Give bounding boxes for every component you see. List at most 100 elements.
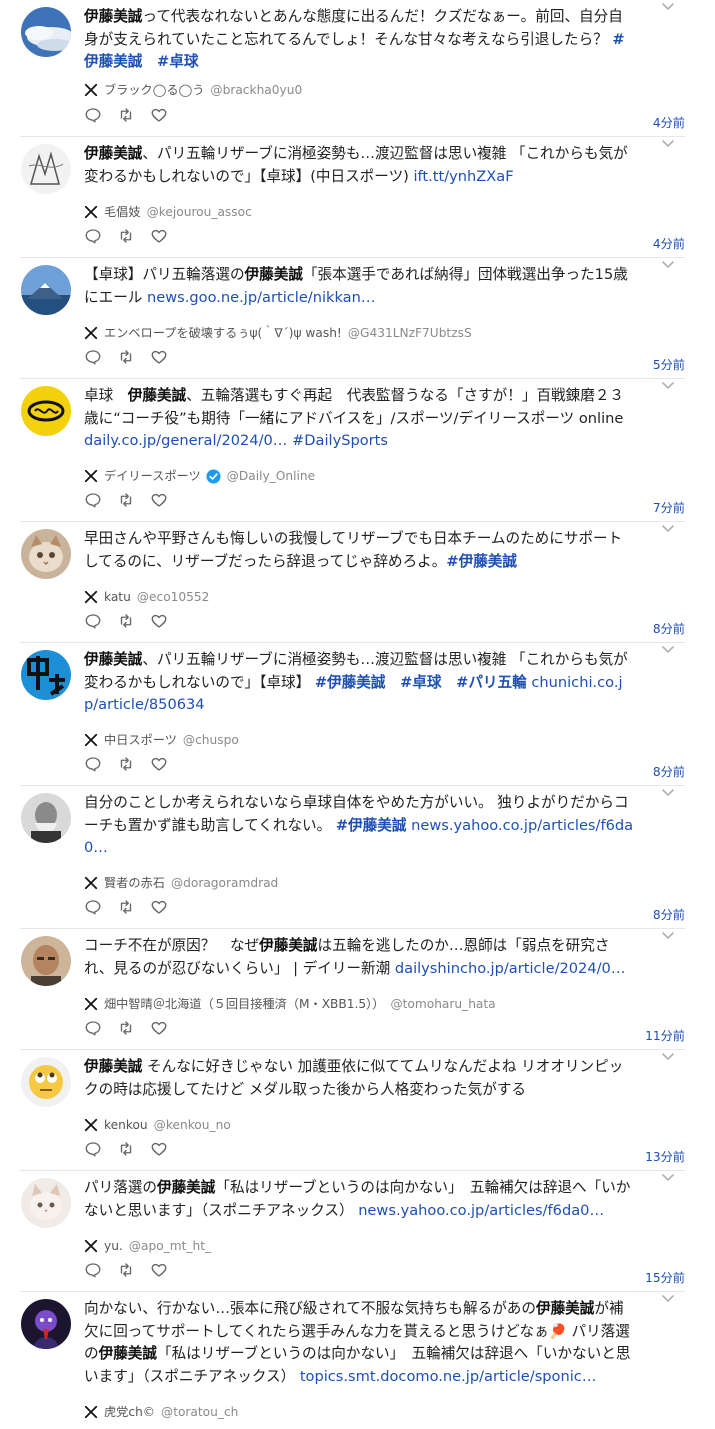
hashtag-link[interactable]: #卓球 [400, 674, 441, 691]
author-name[interactable]: 虎党ch© [104, 1404, 155, 1420]
retweet-icon[interactable] [117, 106, 135, 124]
url-link[interactable]: dailyshincho.jp/article/2024/0… [395, 960, 626, 977]
author-handle[interactable]: @kejourou_assoc [147, 204, 252, 220]
chevron-down-icon[interactable] [661, 1173, 675, 1187]
post-timestamp[interactable]: 11分前 [645, 1026, 685, 1044]
author-handle[interactable]: @G431LNzF7UbtzsS [348, 325, 472, 341]
reply-icon[interactable] [84, 227, 102, 245]
retweet-icon[interactable] [117, 1140, 135, 1158]
post-timestamp[interactable]: 5分前 [653, 355, 685, 373]
chevron-down-icon[interactable] [661, 1052, 675, 1066]
hashtag-link[interactable]: #パリ五輪 [456, 674, 527, 691]
reply-icon[interactable] [84, 898, 102, 916]
url-link[interactable]: #DailySports [292, 432, 388, 449]
x-logo-icon [84, 326, 98, 340]
post-timestamp[interactable]: 8分前 [653, 619, 685, 637]
retweet-icon[interactable] [117, 227, 135, 245]
post-timestamp[interactable]: 8分前 [653, 905, 685, 923]
like-icon[interactable] [150, 348, 168, 366]
url-link[interactable]: topics.smt.docomo.ne.jp/article/sponic… [300, 1368, 597, 1385]
reply-icon[interactable] [84, 755, 102, 773]
author-name[interactable]: 畑中智晴＠北海道（５回目接種済（M・XBB1.5）） [104, 996, 384, 1012]
url-link[interactable]: daily.co.jp/general/2024/0… [84, 432, 287, 449]
reply-icon[interactable] [84, 348, 102, 366]
retweet-icon[interactable] [117, 491, 135, 509]
author-handle[interactable]: @brackha0yu0 [210, 82, 302, 98]
hashtag-link[interactable]: #卓球 [157, 53, 198, 70]
daily-logo-avatar[interactable] [21, 386, 71, 436]
eye-roll-emoji-avatar[interactable] [21, 1057, 71, 1107]
reply-icon[interactable] [84, 106, 102, 124]
chevron-down-icon[interactable] [661, 381, 675, 395]
purple-character-avatar[interactable] [21, 1299, 71, 1349]
like-icon[interactable] [150, 1140, 168, 1158]
retweet-icon[interactable] [117, 612, 135, 630]
chevron-down-icon[interactable] [661, 1294, 675, 1308]
clouds-avatar[interactable] [21, 7, 71, 57]
author-name[interactable]: ブラック◯る◯う [104, 82, 204, 98]
post-source: エンベロープを破壊するぅψ(｀∇´)ψ wash! @G431LNzF7Ubtzs… [84, 325, 685, 341]
like-icon[interactable] [150, 227, 168, 245]
chevron-down-icon[interactable] [661, 139, 675, 153]
retweet-icon[interactable] [117, 1261, 135, 1279]
author-handle[interactable]: @Daily_Online [227, 468, 315, 484]
sketch-avatar[interactable] [21, 144, 71, 194]
like-icon[interactable] [150, 1019, 168, 1037]
reply-icon[interactable] [84, 491, 102, 509]
retweet-icon[interactable] [117, 348, 135, 366]
chevron-down-icon[interactable] [661, 645, 675, 659]
url-link[interactable]: ift.tt/ynhZXaF [414, 168, 514, 185]
chevron-down-icon[interactable] [661, 788, 675, 802]
author-handle[interactable]: @chuspo [183, 732, 239, 748]
hashtag-link[interactable]: #伊藤美誠 [315, 674, 386, 691]
old-man-avatar[interactable] [21, 793, 71, 843]
url-link[interactable]: news.yahoo.co.jp/articles/f6da0… [358, 1202, 604, 1219]
chevron-down-icon[interactable] [661, 2, 675, 16]
reply-icon[interactable] [84, 1140, 102, 1158]
author-name[interactable]: デイリースポーツ [104, 468, 201, 484]
retweet-icon[interactable] [117, 755, 135, 773]
hashtag-link[interactable]: #伊藤美誠 [336, 817, 407, 834]
retweet-icon[interactable] [117, 1019, 135, 1037]
keyword-highlight: 伊藤美誠 [84, 145, 143, 162]
url-link[interactable]: news.goo.ne.jp/article/nikkan… [147, 289, 375, 306]
author-handle[interactable]: @toratou_ch [161, 1404, 238, 1420]
post-timestamp[interactable]: 4分前 [653, 234, 685, 252]
reply-icon[interactable] [84, 612, 102, 630]
author-handle[interactable]: @apo_mt_ht_ [129, 1238, 211, 1254]
post-timestamp[interactable]: 7分前 [653, 498, 685, 516]
author-handle[interactable]: @kenkou_no [154, 1117, 231, 1133]
chuspo-logo-avatar[interactable] [21, 650, 71, 700]
like-icon[interactable] [150, 755, 168, 773]
like-icon[interactable] [150, 491, 168, 509]
post-timestamp[interactable]: 13分前 [645, 1147, 685, 1165]
author-name[interactable]: katu [104, 589, 131, 605]
like-icon[interactable] [150, 106, 168, 124]
like-icon[interactable] [150, 612, 168, 630]
author-handle[interactable]: @tomoharu_hata [390, 996, 495, 1012]
chevron-down-icon[interactable] [661, 931, 675, 945]
man-photo-avatar[interactable] [21, 936, 71, 986]
author-name[interactable]: kenkou [104, 1117, 148, 1133]
kitten-avatar[interactable] [21, 1178, 71, 1228]
retweet-icon[interactable] [117, 898, 135, 916]
post-timestamp[interactable]: 8分前 [653, 762, 685, 780]
cat-avatar[interactable] [21, 529, 71, 579]
author-handle[interactable]: @doragoramdrad [171, 875, 278, 891]
like-icon[interactable] [150, 898, 168, 916]
post-timestamp[interactable]: 15分前 [645, 1268, 685, 1286]
chevron-down-icon[interactable] [661, 524, 675, 538]
author-name[interactable]: エンベロープを破壊するぅψ(｀∇´)ψ wash! [104, 325, 342, 341]
hashtag-link[interactable]: #伊藤美誠 [446, 553, 517, 570]
reply-icon[interactable] [84, 1019, 102, 1037]
author-name[interactable]: 中日スポーツ [104, 732, 177, 748]
reply-icon[interactable] [84, 1261, 102, 1279]
chevron-down-icon[interactable] [661, 260, 675, 274]
mountain-avatar[interactable] [21, 265, 71, 315]
post-timestamp[interactable]: 4分前 [653, 113, 685, 131]
author-name[interactable]: 毛倡妓 [104, 204, 141, 220]
like-icon[interactable] [150, 1261, 168, 1279]
author-handle[interactable]: @eco10552 [137, 589, 210, 605]
author-name[interactable]: yu. [104, 1238, 123, 1254]
author-name[interactable]: 賢者の赤石 [104, 875, 165, 891]
